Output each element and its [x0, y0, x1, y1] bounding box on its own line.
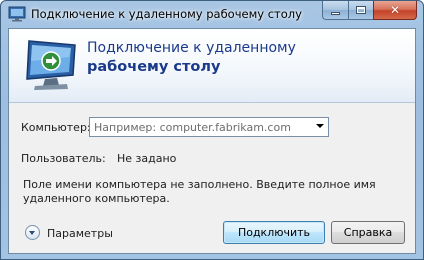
computer-label: Компьютер: [21, 121, 91, 134]
computer-combobox[interactable]: Например: computer.fabrikam.com [89, 117, 329, 137]
banner-title-line1: Подключение к удаленному [87, 40, 296, 56]
options-toggle-label[interactable]: Параметры [47, 227, 113, 240]
user-value: Не задано [117, 152, 177, 165]
maximize-icon [356, 6, 366, 14]
user-label: Пользователь: [21, 152, 106, 165]
close-icon: ✕ [389, 3, 401, 17]
rdp-app-icon [8, 6, 26, 22]
connect-button[interactable]: Подключить [223, 221, 325, 244]
validation-message: Поле имени компьютера не заполнено. Введ… [23, 178, 376, 205]
banner-title-line2: рабочему столу [87, 59, 221, 75]
rdp-window: Подключение к удаленному рабочему столу … [0, 0, 424, 260]
title-bar[interactable]: Подключение к удаленному рабочему столу … [1, 1, 423, 29]
chevron-down-icon[interactable] [316, 124, 324, 128]
minimize-button[interactable] [322, 1, 348, 20]
window-title: Подключение к удаленному рабочему столу [31, 7, 302, 21]
maximize-button[interactable] [348, 1, 373, 20]
dialog-client-area: Подключение к удаленному рабочему столу … [8, 28, 416, 254]
minimize-icon [331, 12, 340, 15]
rdp-monitor-icon [26, 40, 76, 90]
help-button[interactable]: Справка [331, 221, 405, 244]
computer-placeholder: Например: computer.fabrikam.com [94, 121, 291, 134]
caption-buttons: ✕ [322, 1, 417, 20]
expand-options-icon[interactable] [25, 225, 40, 240]
header-banner: Подключение к удаленному рабочему столу [9, 29, 415, 103]
close-button[interactable]: ✕ [373, 1, 417, 20]
